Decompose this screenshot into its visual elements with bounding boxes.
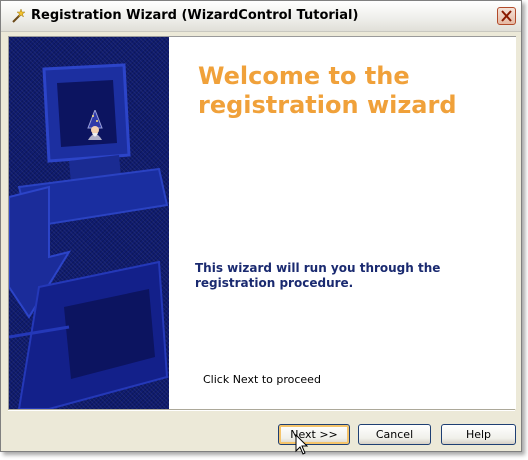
mouse-cursor-icon (295, 433, 309, 456)
intro-text: This wizard will run you through the reg… (195, 261, 441, 290)
wizard-wand-icon (10, 8, 26, 24)
next-button[interactable]: Next >> (278, 424, 350, 445)
computer-and-arrow-graphic (9, 63, 169, 409)
help-button[interactable]: Help (441, 424, 516, 445)
wizard-window: Registration Wizard (WizardControl Tutor… (0, 0, 522, 455)
title-bar[interactable]: Registration Wizard (WizardControl Tutor… (1, 1, 521, 32)
window-title: Registration Wizard (WizardControl Tutor… (31, 8, 359, 23)
button-separator (8, 409, 515, 411)
cancel-button[interactable]: Cancel (358, 424, 431, 445)
wizard-icon (84, 108, 106, 140)
proceed-hint: Click Next to proceed (203, 373, 321, 386)
side-banner (9, 37, 169, 409)
wizard-page: Welcome to the registration wizard This … (8, 36, 516, 409)
page-title: Welcome to the registration wizard (198, 62, 457, 119)
close-icon (501, 10, 512, 22)
close-button[interactable] (497, 7, 516, 25)
